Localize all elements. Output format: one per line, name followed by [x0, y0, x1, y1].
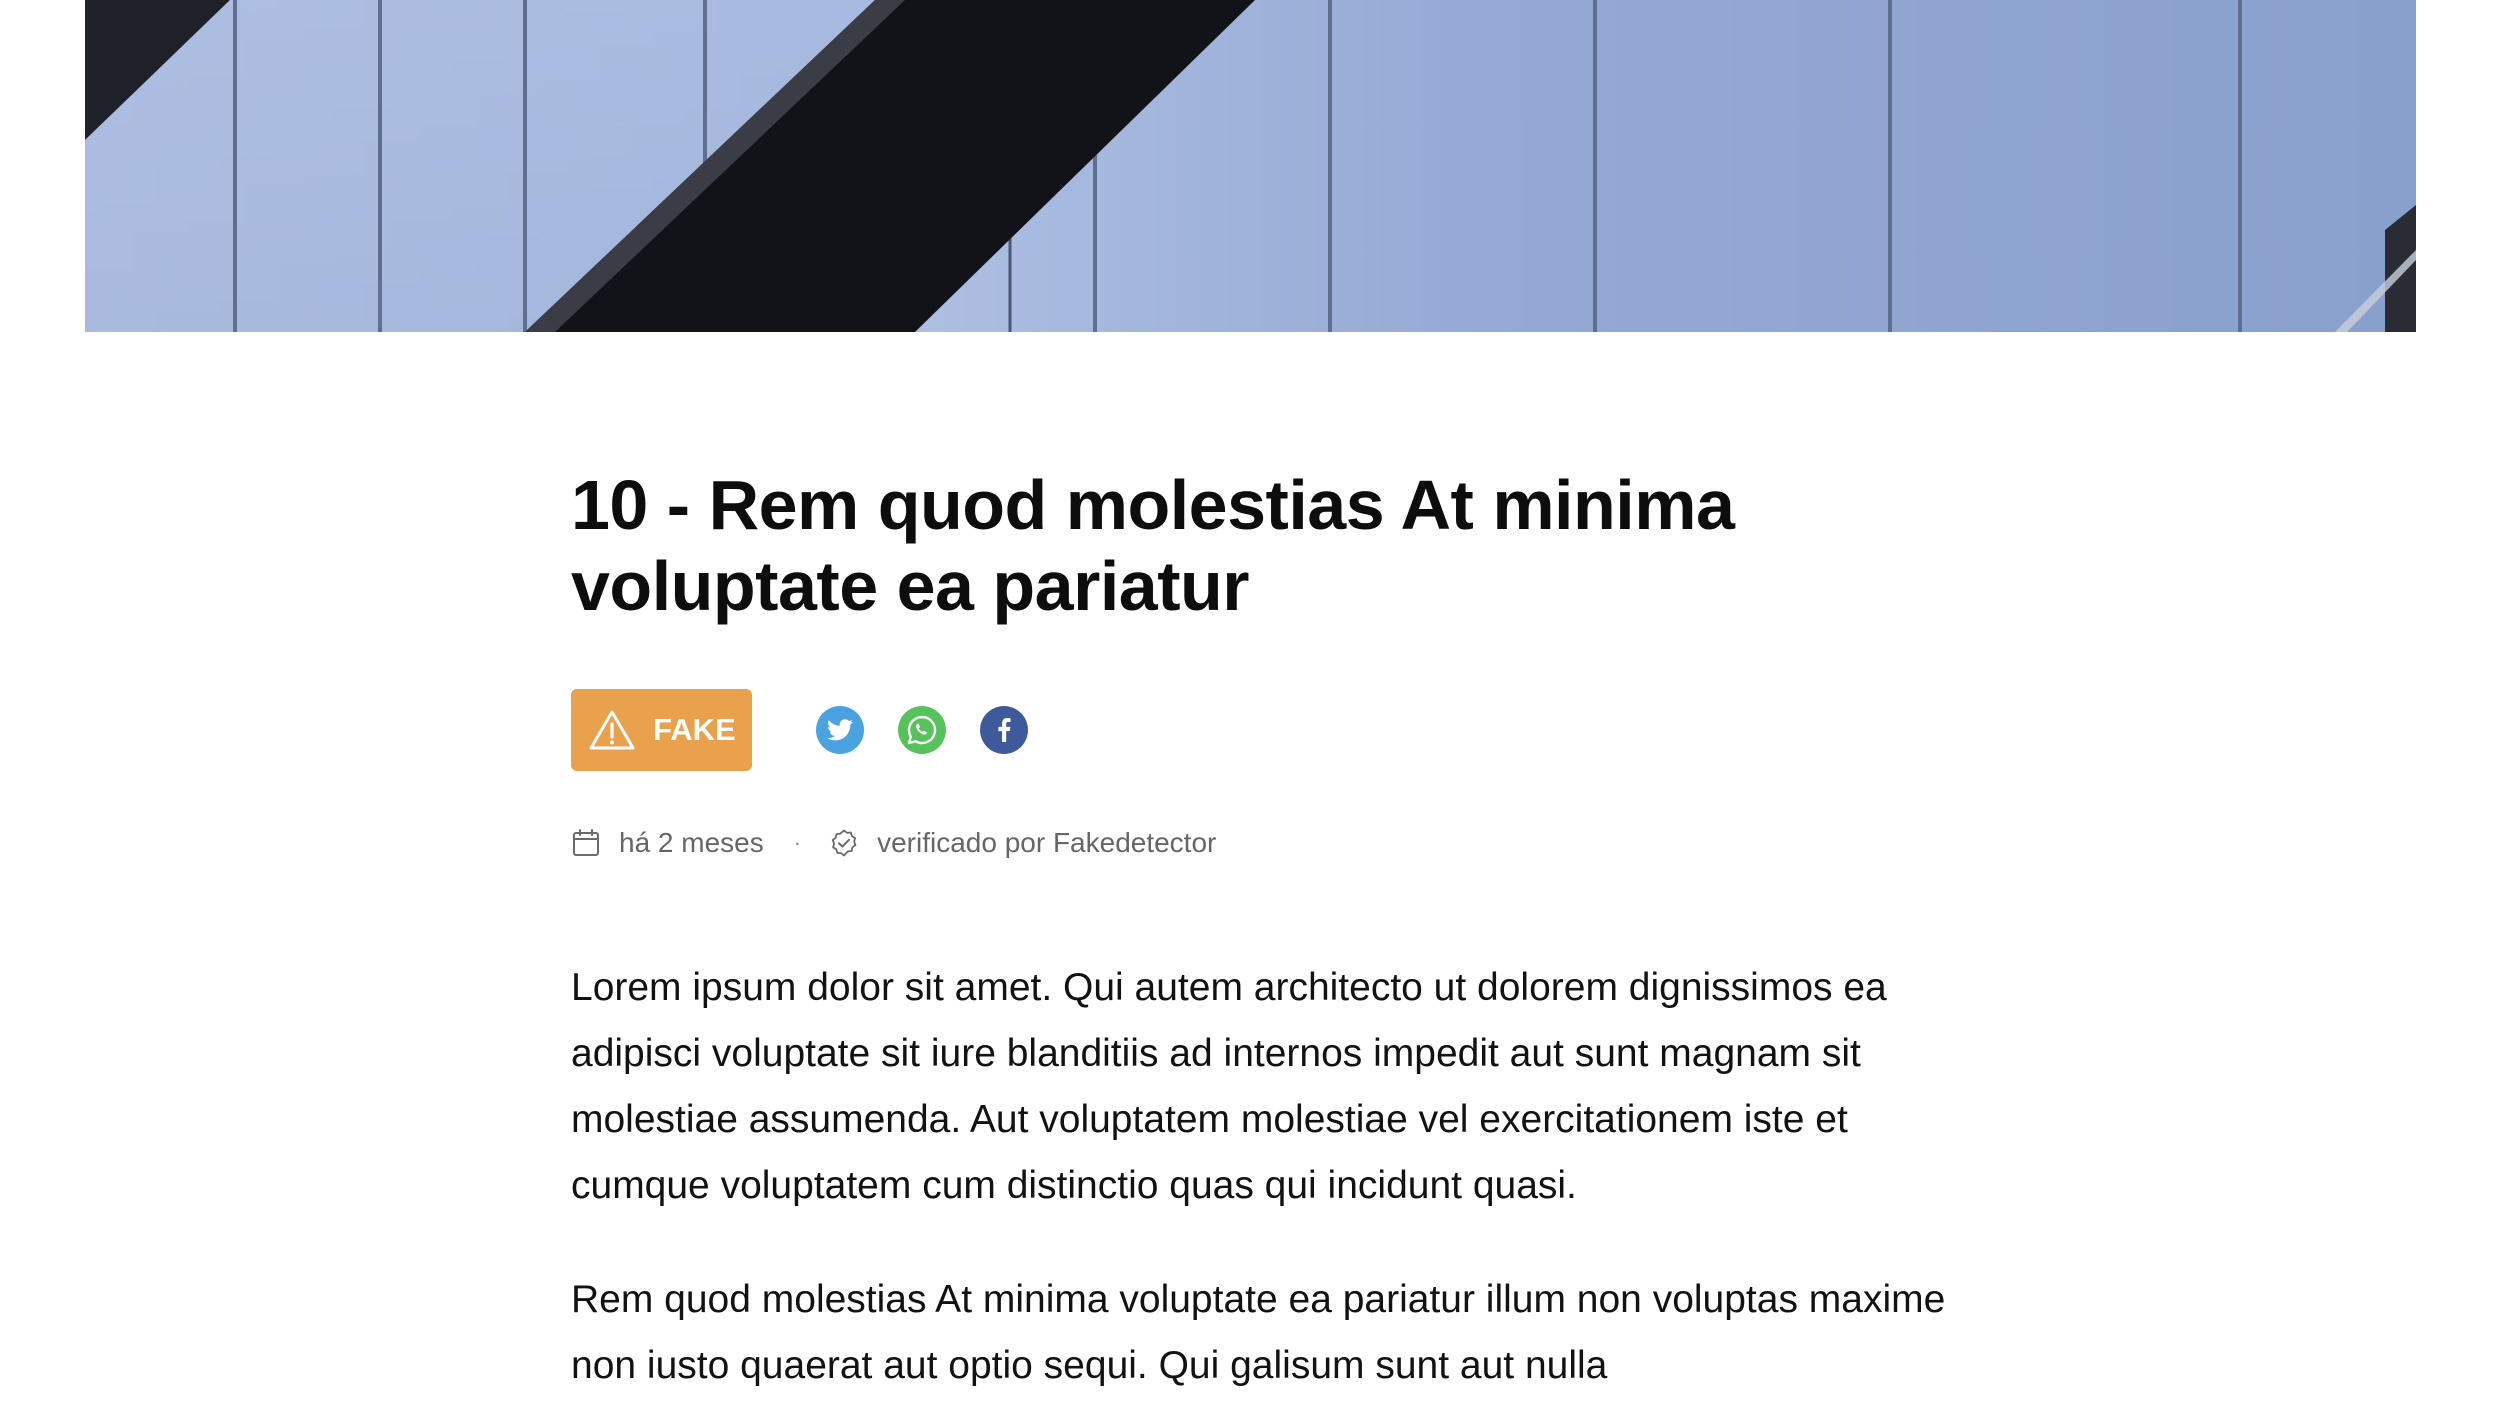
- article-title: 10 - Rem quod molestias At minima volupt…: [571, 466, 1735, 625]
- article-body: Lorem ipsum dolor sit amet. Qui autem ar…: [571, 955, 1951, 1399]
- hero-image: [85, 0, 2416, 332]
- verified-badge-icon: [829, 828, 859, 858]
- verified-by: verificado por Fakedetector: [877, 827, 1217, 858]
- share-facebook-button[interactable]: [979, 706, 1028, 754]
- article-actions: FAKE: [571, 689, 1971, 771]
- facebook-icon: [997, 718, 1011, 742]
- building-facade-image: [85, 0, 2416, 332]
- publish-date: há 2 meses: [619, 827, 764, 858]
- calendar-icon: [571, 828, 601, 858]
- meta-separator: ·: [793, 830, 802, 855]
- share-buttons: [815, 706, 1028, 754]
- share-whatsapp-button[interactable]: [897, 706, 946, 754]
- whatsapp-icon: [905, 713, 939, 747]
- article-page: 10 - Rem quod molestias At minima volupt…: [0, 0, 2506, 1420]
- warning-triangle-icon: [589, 709, 635, 751]
- article-content: 10 - Rem quod molestias At minima volupt…: [571, 465, 1971, 1420]
- article-meta: há 2 meses · verificado por Fakedetector: [571, 823, 1971, 863]
- share-twitter-button[interactable]: [815, 706, 864, 754]
- article-paragraph: Rem quod molestias At minima voluptate e…: [571, 1278, 1946, 1387]
- article-paragraph: Lorem ipsum dolor sit amet. Qui autem ar…: [571, 966, 1887, 1207]
- verdict-badge[interactable]: FAKE: [571, 689, 752, 771]
- verdict-label: FAKE: [653, 712, 736, 747]
- twitter-icon: [826, 719, 853, 741]
